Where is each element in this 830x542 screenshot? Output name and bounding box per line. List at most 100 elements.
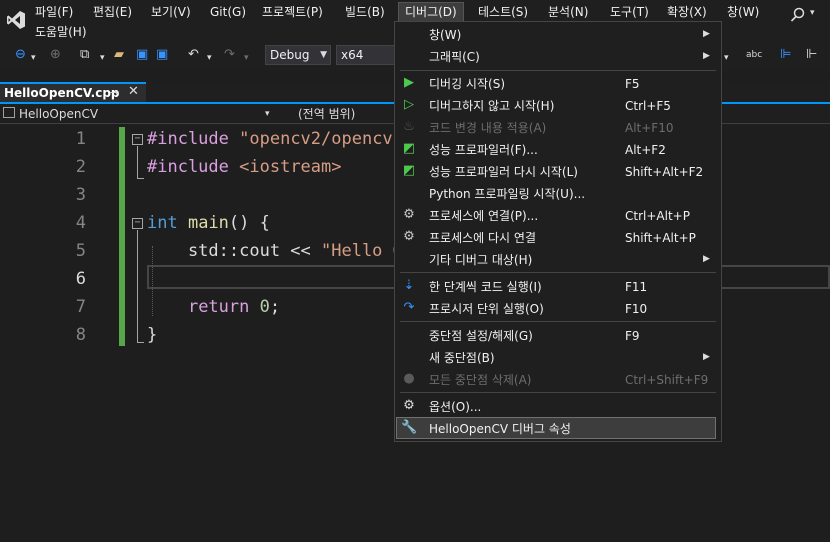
navigate-back-icon[interactable]: ⊖ xyxy=(15,47,26,63)
collapse-region-icon[interactable]: − xyxy=(132,134,143,145)
back-dropdown-chevron-icon[interactable]: ▾ xyxy=(31,50,36,66)
line-number: 7 xyxy=(75,297,86,317)
menu-debug[interactable]: 디버그(D) xyxy=(405,5,457,19)
pin-tab-icon[interactable]: ⊸ xyxy=(110,86,119,99)
close-tab-icon[interactable]: ✕ xyxy=(128,84,139,99)
line-number: 4 xyxy=(75,213,86,233)
scope-select[interactable]: (전역 범위) xyxy=(298,105,398,123)
project-icon xyxy=(3,107,15,118)
menu-item-label: HelloOpenCV 디버그 속성 xyxy=(429,422,571,436)
menu-help[interactable]: 도움말(H) xyxy=(35,25,87,39)
line-number: 5 xyxy=(75,241,86,261)
new-dropdown-chevron-icon[interactable]: ▾ xyxy=(100,50,105,66)
search-icon[interactable] xyxy=(788,6,808,24)
menu-item-shortcut: F5 xyxy=(625,77,640,91)
project-name: HelloOpenCV xyxy=(19,107,99,121)
tab-label: HelloOpenCV.cpp xyxy=(4,86,120,100)
menu-item-shortcut: Alt+F10 xyxy=(625,121,674,135)
code-line: return 0; xyxy=(187,297,281,317)
menu-item-label: Python 프로파일링 시작(U)... xyxy=(429,187,586,201)
menu-edit[interactable]: 편집(E) xyxy=(93,5,132,19)
visual-studio-logo-icon xyxy=(7,11,25,29)
outline-guide xyxy=(137,178,144,179)
gear-icon: ⚙ xyxy=(403,398,415,413)
menu-item-shortcut: Alt+F2 xyxy=(625,143,666,157)
undo-dropdown-chevron-icon[interactable]: ▾ xyxy=(207,50,212,66)
attach-gear-icon: ⚙ xyxy=(403,207,415,222)
delete-breakpoints-icon: ● xyxy=(403,371,415,386)
menu-extensions[interactable]: 확장(X) xyxy=(667,5,707,19)
line-number: 3 xyxy=(75,185,86,205)
chevron-down-icon: ▼ xyxy=(320,50,327,60)
uncomment-icon[interactable]: ⊩ xyxy=(806,47,817,63)
project-select[interactable]: HelloOpenCV ▾ xyxy=(19,105,274,123)
menu-item-label: 프로세스에 다시 연결 xyxy=(429,231,536,245)
outline-guide xyxy=(137,342,144,343)
code-line: int main() { xyxy=(147,213,270,233)
profiler-restart-icon: ◩ xyxy=(402,163,416,178)
menu-item-label: 창(W) xyxy=(429,28,462,42)
submenu-arrow-icon: ▶ xyxy=(703,352,710,362)
menu-tools[interactable]: 도구(T) xyxy=(610,5,649,19)
save-all-icon[interactable]: ▣ xyxy=(156,47,168,63)
menu-item-label: 프로시저 단위 실행(O) xyxy=(429,302,544,316)
save-icon[interactable]: ▣ xyxy=(136,47,148,63)
wrench-icon: 🔧 xyxy=(401,420,418,435)
menu-item-shortcut: Ctrl+Alt+P xyxy=(625,209,690,223)
undo-icon[interactable]: ↶ xyxy=(188,47,199,63)
menu-separator xyxy=(400,70,716,71)
play-outline-icon: ▷ xyxy=(404,97,414,112)
menu-separator xyxy=(400,392,716,393)
outline-guide xyxy=(137,230,138,342)
menu-window[interactable]: 창(W) xyxy=(727,5,759,19)
search-dropdown-chevron-icon[interactable]: ▾ xyxy=(810,8,815,18)
menu-analyze[interactable]: 분석(N) xyxy=(548,5,588,19)
solution-configuration-select[interactable]: Debug ▼ xyxy=(265,45,331,65)
navigate-forward-icon: ⊕ xyxy=(50,47,61,62)
submenu-arrow-icon: ▶ xyxy=(703,51,710,61)
menu-item-label: 디버깅 시작(S) xyxy=(429,77,505,91)
solution-platform-select[interactable]: x64 xyxy=(336,45,396,65)
menu-item-label: 기타 디버그 대상(H) xyxy=(429,253,533,267)
new-project-icon[interactable]: ⧉ xyxy=(80,47,89,63)
menu-separator xyxy=(400,321,716,322)
play-icon: ▶ xyxy=(404,75,414,90)
line-number: 1 xyxy=(75,129,86,149)
line-number: 6 xyxy=(75,269,86,289)
menu-item-label: 코드 변경 내용 적용(A) xyxy=(429,121,547,135)
menu-item-shortcut: Ctrl+Shift+F9 xyxy=(625,373,709,387)
menu-test[interactable]: 테스트(S) xyxy=(478,5,528,19)
menu-item-shortcut: F11 xyxy=(625,280,648,294)
menu-project[interactable]: 프로젝트(P) xyxy=(262,5,323,19)
menu-build[interactable]: 빌드(B) xyxy=(345,5,385,19)
menu-item-shortcut: F9 xyxy=(625,329,640,343)
outline-guide xyxy=(137,146,138,178)
platform-value: x64 xyxy=(341,48,364,62)
menu-item-label: 새 중단점(B) xyxy=(429,351,495,365)
code-line: #include <iostream> xyxy=(147,157,342,177)
menu-file[interactable]: 파일(F) xyxy=(35,5,73,19)
menu-item-label: 모든 중단점 삭제(A) xyxy=(429,373,532,387)
menu-view[interactable]: 보기(V) xyxy=(151,5,191,19)
open-folder-icon[interactable]: ▰ xyxy=(114,47,124,63)
submenu-arrow-icon: ▶ xyxy=(703,254,710,264)
menu-item-label: 그래픽(C) xyxy=(429,50,480,64)
comment-out-icon[interactable]: ⊫ xyxy=(780,47,791,63)
menu-git[interactable]: Git(G) xyxy=(210,5,246,19)
menu-item-label: 프로세스에 연결(P)... xyxy=(429,209,539,223)
menu-item-label: 디버그하지 않고 시작(H) xyxy=(429,99,555,113)
menu-item-shortcut: Shift+Alt+F2 xyxy=(625,165,704,179)
submenu-arrow-icon: ▶ xyxy=(703,29,710,39)
toolbar-dropdown-chevron-icon[interactable]: ▾ xyxy=(724,50,729,66)
redo-icon: ↷ xyxy=(224,47,235,62)
line-number: 2 xyxy=(75,157,86,177)
menu-item-shortcut: Ctrl+F5 xyxy=(625,99,671,113)
collapse-region-icon[interactable]: − xyxy=(132,218,143,229)
configuration-value: Debug xyxy=(270,48,310,62)
scope-name: (전역 범위) xyxy=(298,107,356,121)
menu-item-label: 중단점 설정/해제(G) xyxy=(429,329,533,343)
spell-check-icon[interactable]: abc xyxy=(746,47,762,63)
menu-item-shortcut: F10 xyxy=(625,302,648,316)
step-over-icon: ↷ xyxy=(403,300,415,315)
code-line: } xyxy=(147,325,158,345)
